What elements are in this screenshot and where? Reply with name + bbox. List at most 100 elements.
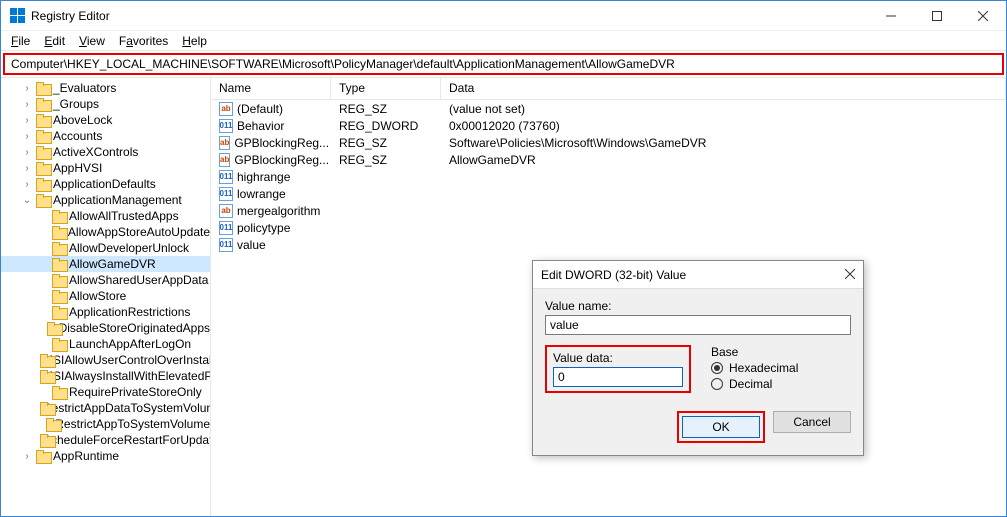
tree-node-label: Accounts [53, 129, 102, 143]
window-title: Registry Editor [31, 9, 110, 23]
chevron-down-icon[interactable]: ⌄ [21, 195, 33, 206]
tree-node[interactable]: MSIAllowUserControlOverInstall [1, 352, 210, 368]
value-name: (Default) [237, 102, 283, 116]
value-name-field[interactable] [545, 315, 851, 335]
tree-node-label: AppRuntime [53, 449, 119, 463]
tree-node-label: AboveLock [53, 113, 112, 127]
menu-favorites[interactable]: Favorites [113, 33, 174, 49]
tree-node[interactable]: AllowSharedUserAppData [1, 272, 210, 288]
tree-node[interactable]: AllowStore [1, 288, 210, 304]
col-type[interactable]: Type [331, 78, 441, 99]
tree-node-label: ApplicationManagement [53, 193, 182, 207]
chevron-right-icon[interactable]: › [21, 99, 33, 110]
tree-node[interactable]: › Accounts [1, 128, 210, 144]
reg-sz-icon: ab [219, 102, 233, 116]
value-data: Software\Policies\Microsoft\Windows\Game… [441, 136, 1006, 150]
value-type: REG_DWORD [331, 119, 441, 133]
minimize-button[interactable] [868, 1, 914, 31]
reg-dword-icon: 011 [219, 238, 233, 252]
value-row[interactable]: abmergealgorithm [211, 202, 1006, 219]
value-row[interactable]: 011highrange [211, 168, 1006, 185]
value-row[interactable]: 011value [211, 236, 1006, 253]
value-row[interactable]: 011 Behavior REG_DWORD0x00012020 (73760) [211, 117, 1006, 134]
maximize-button[interactable] [914, 1, 960, 31]
tree-node[interactable]: LaunchAppAfterLogOn [1, 336, 210, 352]
folder-icon [36, 146, 50, 158]
tree-node-label: AllowAllTrustedApps [69, 209, 179, 223]
col-data[interactable]: Data [441, 78, 1006, 99]
address-bar[interactable] [9, 56, 998, 72]
radio-decimal[interactable]: Decimal [711, 377, 851, 391]
tree-node[interactable]: ApplicationRestrictions [1, 304, 210, 320]
tree-node[interactable]: AllowAllTrustedApps [1, 208, 210, 224]
title-bar[interactable]: Registry Editor [1, 1, 1006, 31]
value-row[interactable]: 011policytype [211, 219, 1006, 236]
radio-empty-icon [711, 378, 723, 390]
tree-node[interactable]: ›ApplicationDefaults [1, 176, 210, 192]
value-name: GPBlockingReg... [234, 136, 329, 150]
cancel-button[interactable]: Cancel [773, 411, 851, 433]
value-data-field[interactable] [553, 367, 683, 387]
chevron-right-icon[interactable]: › [21, 131, 33, 142]
tree-node[interactable]: RequirePrivateStoreOnly [1, 384, 210, 400]
value-name: GPBlockingReg... [234, 153, 329, 167]
tree-node-label: RestrictAppToSystemVolume [55, 417, 210, 431]
value-name: Behavior [237, 119, 284, 133]
tree-node[interactable]: ›ActiveXControls [1, 144, 210, 160]
folder-icon [36, 194, 50, 206]
tree-node[interactable]: ›_Evaluators [1, 80, 210, 96]
tree-node[interactable]: ⌄ ApplicationManagement [1, 192, 210, 208]
tree-node[interactable]: AllowDeveloperUnlock [1, 240, 210, 256]
tree-node[interactable]: ScheduleForceRestartForUpdateFailures [1, 432, 210, 448]
close-button[interactable] [960, 1, 1006, 31]
tree-node-label: ApplicationRestrictions [69, 305, 190, 319]
tree-node-label: MSIAllowUserControlOverInstall [43, 353, 211, 367]
chevron-right-icon[interactable]: › [21, 83, 33, 94]
value-row[interactable]: abGPBlockingReg...REG_SZAllowGameDVR [211, 151, 1006, 168]
tree-node[interactable]: MSIAlwaysInstallWithElevatedPrivileges [1, 368, 210, 384]
menu-file[interactable]: File [5, 33, 36, 49]
list-view[interactable]: Name Type Data ab (Default) REG_SZ (value n… [211, 78, 1006, 516]
chevron-right-icon[interactable]: › [21, 147, 33, 158]
tree-node[interactable]: DisableStoreOriginatedApps [1, 320, 210, 336]
col-name[interactable]: Name [211, 78, 331, 99]
radio-hexadecimal[interactable]: Hexadecimal [711, 361, 851, 375]
menu-edit[interactable]: Edit [38, 33, 71, 49]
chevron-right-icon[interactable]: › [21, 163, 33, 174]
value-data-highlight: Value data: [545, 345, 691, 393]
tree-view[interactable]: ›_Evaluators›_Groups›AboveLock›Accounts›… [1, 78, 211, 516]
tree-node[interactable]: AllowAppStoreAutoUpdate [1, 224, 210, 240]
value-data: (value not set) [441, 102, 1006, 116]
folder-icon [52, 226, 65, 238]
folder-icon [46, 418, 53, 430]
tree-node[interactable]: AllowGameDVR [1, 256, 210, 272]
dialog-close-button[interactable] [845, 268, 855, 282]
edit-dword-dialog: Edit DWORD (32-bit) Value Value name: Va… [532, 260, 864, 456]
value-type: REG_SZ [331, 153, 441, 167]
chevron-right-icon[interactable]: › [21, 451, 33, 462]
tree-node-label: AllowAppStoreAutoUpdate [68, 225, 210, 239]
chevron-right-icon[interactable]: › [21, 115, 33, 126]
tree-node[interactable]: RestrictAppToSystemVolume [1, 416, 210, 432]
tree-node-label: _Groups [53, 97, 99, 111]
dialog-title-bar[interactable]: Edit DWORD (32-bit) Value [533, 261, 863, 289]
ok-button[interactable]: OK [682, 416, 760, 438]
value-row[interactable]: 011lowrange [211, 185, 1006, 202]
folder-icon [47, 322, 55, 334]
tree-node[interactable]: ›AppHVSI [1, 160, 210, 176]
value-row[interactable]: ab(Default)REG_SZ(value not set) [211, 100, 1006, 117]
value-row[interactable]: abGPBlockingReg...REG_SZSoftware\Policie… [211, 134, 1006, 151]
reg-dword-icon: 011 [219, 119, 233, 133]
tree-node-label: DisableStoreOriginatedApps [59, 321, 210, 335]
list-header[interactable]: Name Type Data [211, 78, 1006, 100]
folder-icon [52, 258, 66, 270]
tree-node[interactable]: › _Groups [1, 96, 210, 112]
menu-help[interactable]: Help [176, 33, 213, 49]
chevron-right-icon[interactable]: › [21, 179, 33, 190]
value-data: 0x00012020 (73760) [441, 119, 1006, 133]
tree-node[interactable]: RestrictAppDataToSystemVolume [1, 400, 210, 416]
tree-node[interactable]: › AppRuntime [1, 448, 210, 464]
menu-view[interactable]: View [73, 33, 111, 49]
folder-icon [52, 306, 66, 318]
tree-node[interactable]: › AboveLock [1, 112, 210, 128]
